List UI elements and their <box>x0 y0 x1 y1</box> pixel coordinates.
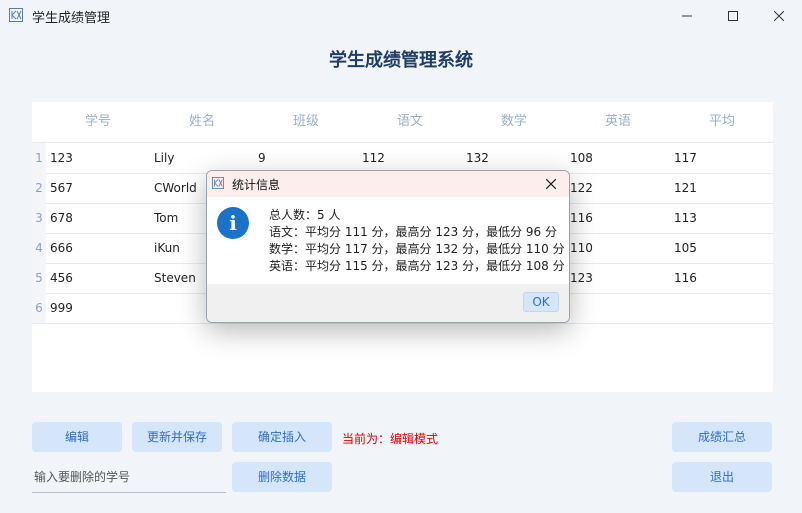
header-name[interactable]: 姓名 <box>150 102 254 142</box>
window-title: 学生成绩管理 <box>32 11 111 26</box>
minimize-button[interactable] <box>664 0 710 32</box>
cell-name[interactable]: Lily <box>154 143 174 173</box>
cell-english[interactable]: 108 <box>570 143 593 173</box>
edit-button[interactable]: 编辑 <box>32 422 122 452</box>
close-window-button[interactable] <box>756 0 802 32</box>
row-number: 1 <box>35 151 43 165</box>
ok-button[interactable]: OK <box>523 292 559 312</box>
cell-chinese[interactable]: 112 <box>362 143 385 173</box>
delete-student-id-input[interactable] <box>32 462 226 493</box>
close-icon <box>774 11 784 21</box>
cell-student-id[interactable]: 678 <box>50 203 73 233</box>
cell-name[interactable]: Steven <box>154 263 196 293</box>
dialog-titlebar: 统计信息 <box>207 171 569 197</box>
header-math[interactable]: 数学 <box>462 102 566 142</box>
header-english[interactable]: 英语 <box>566 102 670 142</box>
cell-student-id[interactable]: 666 <box>50 233 73 263</box>
cell-average[interactable]: 117 <box>674 143 697 173</box>
header-average[interactable]: 平均 <box>670 102 773 142</box>
stat-english: 英语：平均分 115 分，最高分 123 分，最低分 108 分 <box>269 259 565 273</box>
cell-average[interactable]: 121 <box>674 173 697 203</box>
app-icon <box>212 177 224 189</box>
statistics-dialog: 统计信息 i 总人数：5 人 语文：平均分 111 分，最高分 123 分，最低… <box>206 170 570 323</box>
table-header: 学号 姓名 班级 语文 数学 英语 平均 <box>32 102 773 143</box>
stat-chinese: 语文：平均分 111 分，最高分 123 分，最低分 96 分 <box>269 225 557 239</box>
cell-average[interactable]: 105 <box>674 233 697 263</box>
dialog-close-button[interactable] <box>541 175 561 193</box>
update-save-button[interactable]: 更新并保存 <box>132 422 222 452</box>
row-number: 5 <box>35 271 43 285</box>
page-title: 学生成绩管理系统 <box>329 50 473 71</box>
cell-english[interactable]: 123 <box>570 263 593 293</box>
delete-data-button[interactable]: 删除数据 <box>232 462 332 492</box>
cell-student-id[interactable]: 456 <box>50 263 73 293</box>
dialog-title: 统计信息 <box>232 178 281 192</box>
dialog-footer <box>207 284 569 322</box>
cell-student-id[interactable]: 123 <box>50 143 73 173</box>
app-icon <box>9 8 23 22</box>
cell-student-id[interactable]: 567 <box>50 173 73 203</box>
exit-button[interactable]: 退出 <box>672 462 772 492</box>
cell-class[interactable]: 9 <box>258 143 266 173</box>
score-summary-button[interactable]: 成绩汇总 <box>672 422 772 452</box>
mode-status-label: 当前为：编辑模式 <box>342 432 439 446</box>
maximize-icon <box>728 11 738 21</box>
row-number: 4 <box>35 241 43 255</box>
close-icon <box>546 179 556 189</box>
info-icon: i <box>217 207 249 239</box>
cell-average[interactable]: 113 <box>674 203 697 233</box>
confirm-insert-button[interactable]: 确定插入 <box>232 422 332 452</box>
row-number: 2 <box>35 181 43 195</box>
window-titlebar: 学生成绩管理 <box>0 0 802 32</box>
cell-name[interactable]: iKun <box>154 233 180 263</box>
maximize-button[interactable] <box>710 0 756 32</box>
cell-name[interactable]: CWorld <box>154 173 197 203</box>
cell-average[interactable]: 116 <box>674 263 697 293</box>
row-number: 6 <box>35 301 43 315</box>
cell-english[interactable]: 110 <box>570 233 593 263</box>
header-class[interactable]: 班级 <box>254 102 358 142</box>
minimize-icon <box>682 15 692 17</box>
stat-math: 数学：平均分 117 分，最高分 132 分，最低分 110 分 <box>269 242 565 256</box>
cell-student-id[interactable]: 999 <box>50 293 73 323</box>
header-student-id[interactable]: 学号 <box>46 102 150 142</box>
cell-math[interactable]: 132 <box>466 143 489 173</box>
cell-english[interactable]: 116 <box>570 203 593 233</box>
cell-name[interactable]: Tom <box>154 203 178 233</box>
dialog-message: 总人数：5 人 语文：平均分 111 分，最高分 123 分，最低分 96 分 … <box>269 207 565 275</box>
header-chinese[interactable]: 语文 <box>358 102 462 142</box>
row-number: 3 <box>35 211 43 225</box>
cell-english[interactable]: 122 <box>570 173 593 203</box>
stat-total: 总人数：5 人 <box>269 208 341 222</box>
